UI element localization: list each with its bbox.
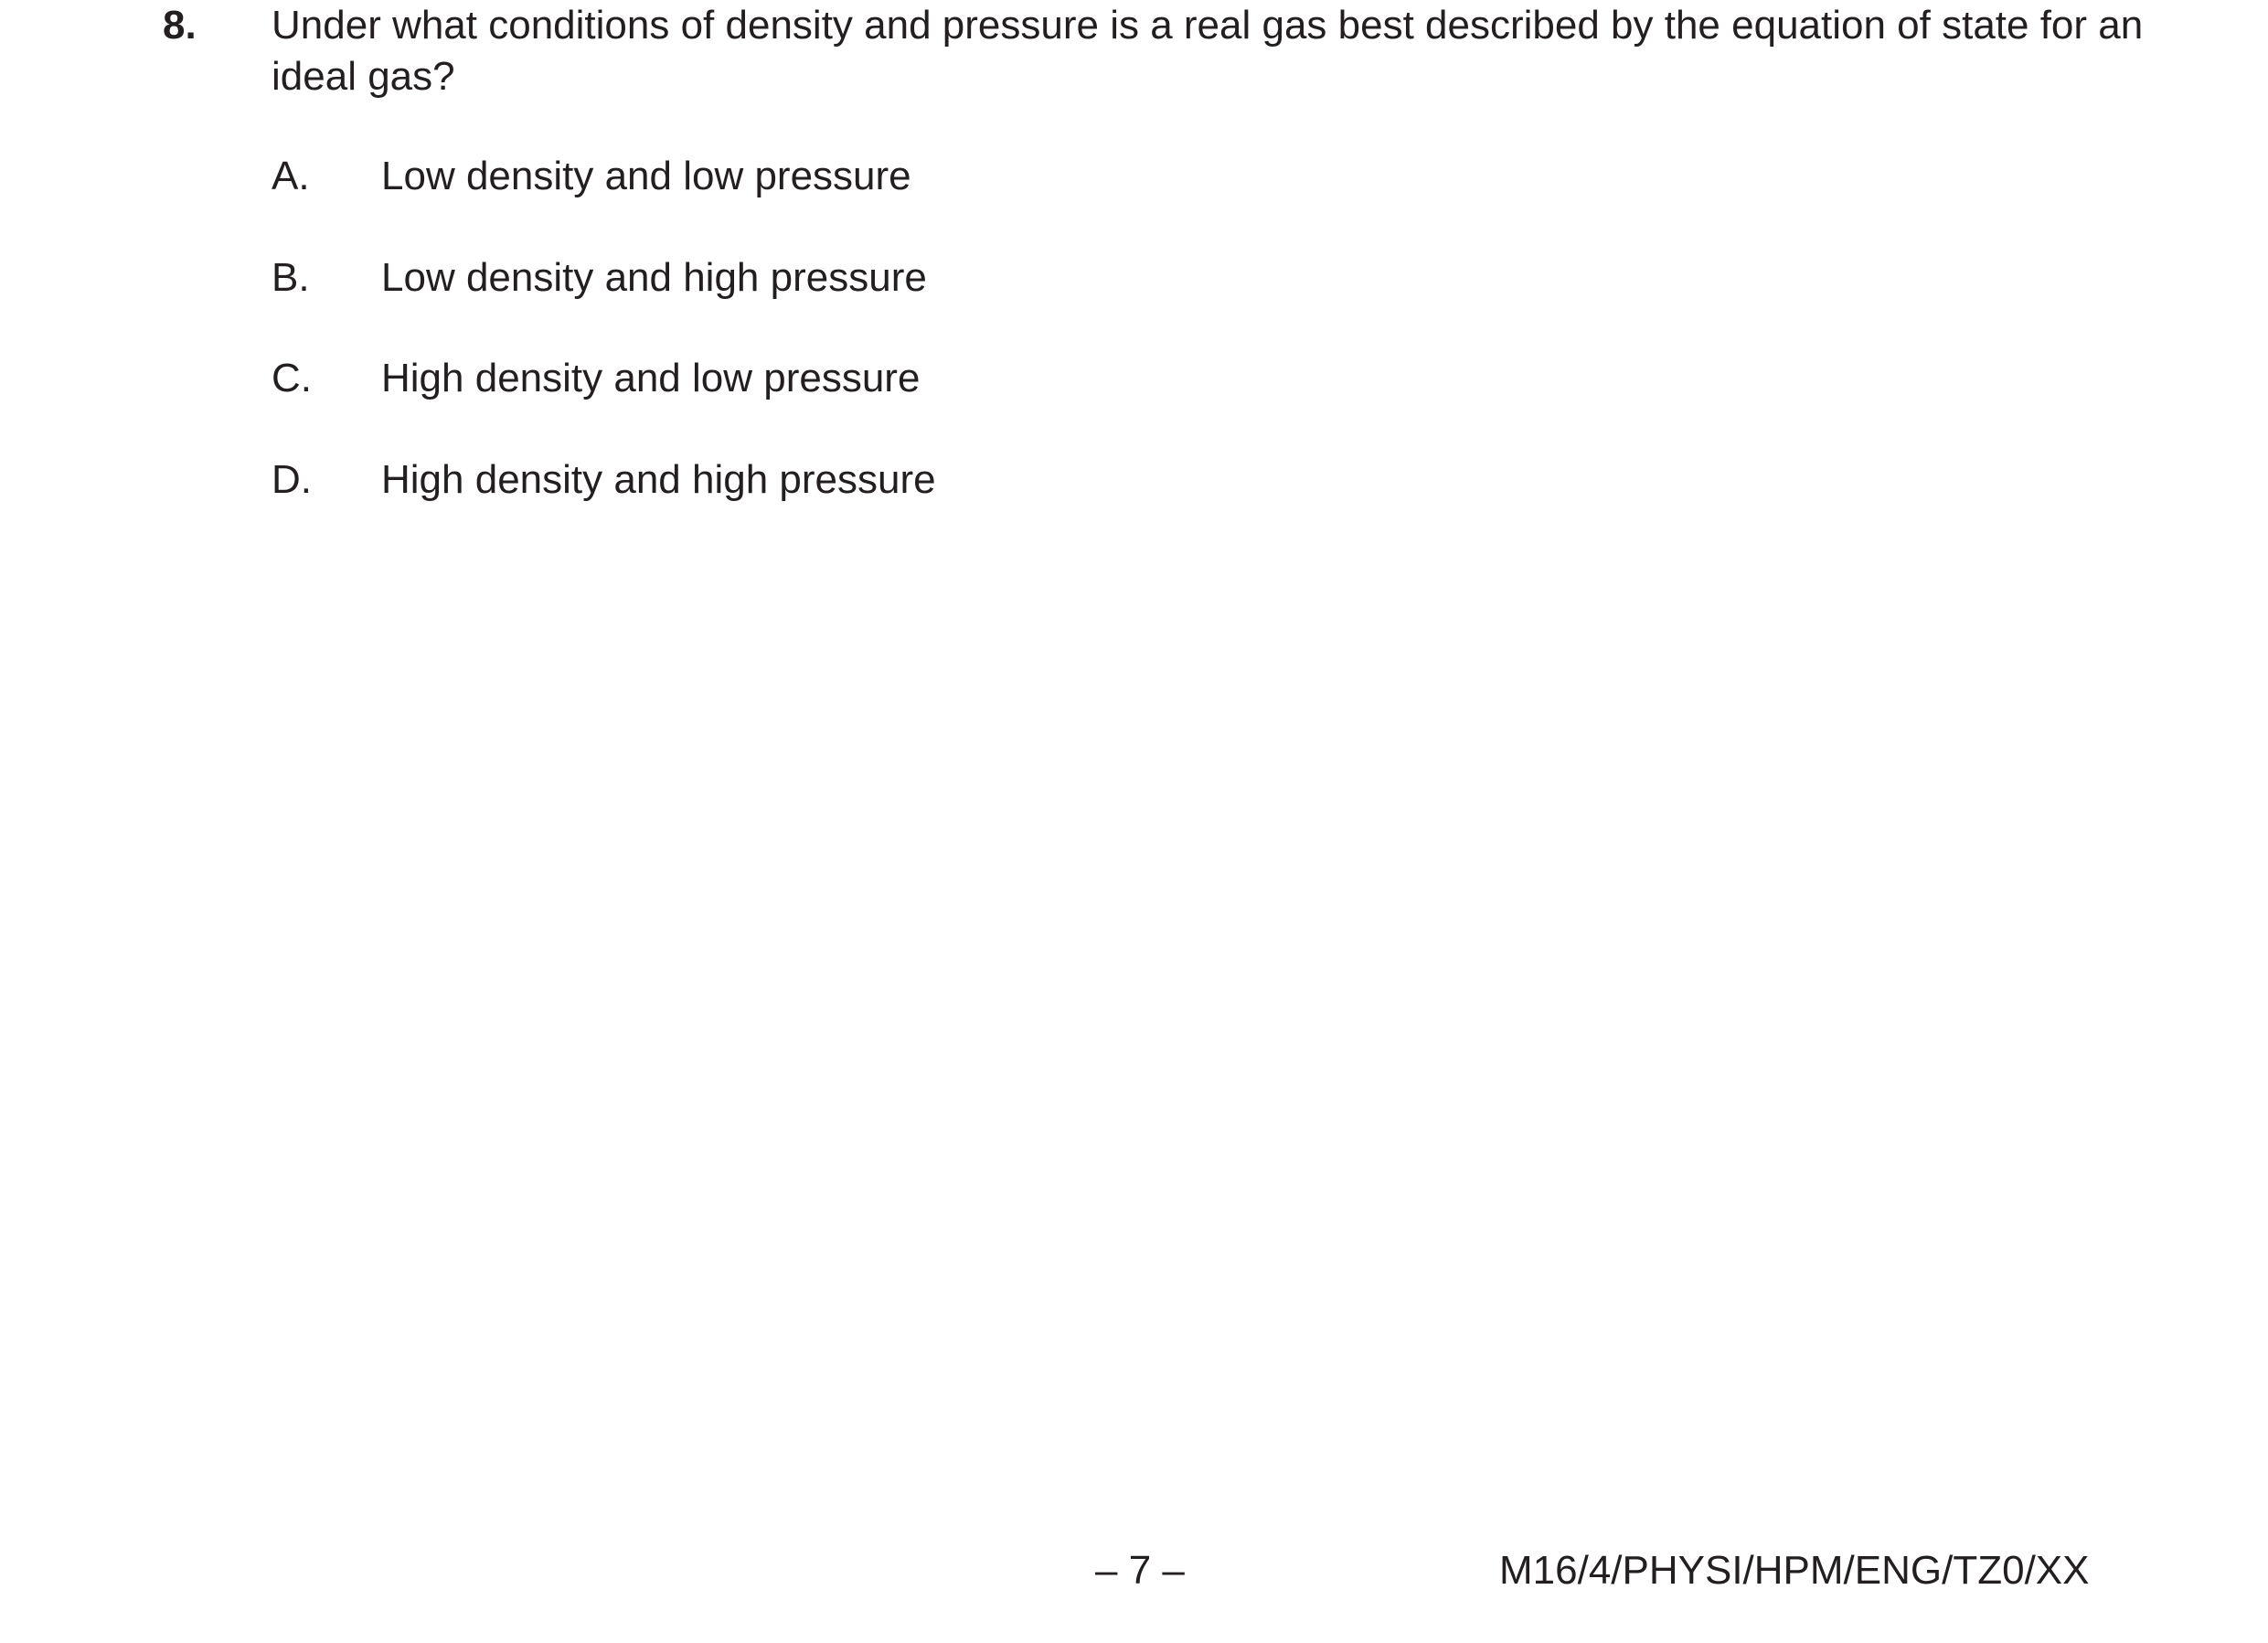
option-letter: B. xyxy=(272,255,310,300)
option-a: A. Low density and low pressure xyxy=(272,151,911,202)
option-c: C. High density and low pressure xyxy=(272,353,920,404)
option-text: High density and high pressure xyxy=(381,457,936,502)
option-text: Low density and high pressure xyxy=(381,255,927,300)
option-text: Low density and low pressure xyxy=(381,154,911,198)
question-number: 8. xyxy=(163,3,197,48)
exam-page: 8. Under what conditions of density and … xyxy=(0,0,2268,1643)
page-number: – 7 – xyxy=(1095,1548,1185,1593)
option-text: High density and low pressure xyxy=(381,356,921,400)
option-letter: C. xyxy=(272,356,312,400)
paper-code: M16/4/PHYSI/HPM/ENG/TZ0/XX xyxy=(1499,1548,2090,1593)
option-letter: A. xyxy=(272,154,310,198)
option-d: D. High density and high pressure xyxy=(272,454,936,506)
option-b: B. Low density and high pressure xyxy=(272,252,927,304)
option-letter: D. xyxy=(272,457,312,502)
question-stem: Under what conditions of density and pre… xyxy=(272,3,2144,99)
